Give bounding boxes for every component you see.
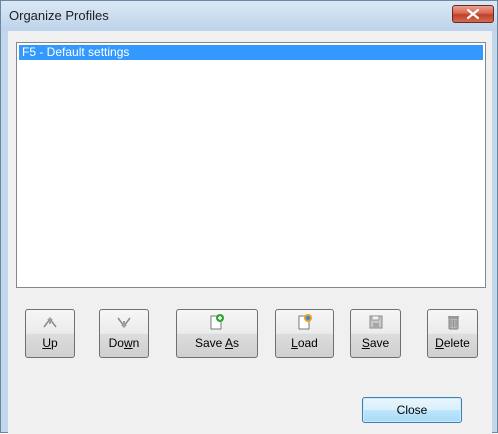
up-button[interactable]: Up <box>25 309 75 358</box>
window-close-button[interactable] <box>452 5 494 23</box>
profiles-list[interactable]: F5 - Default settings <box>16 42 486 288</box>
close-icon <box>467 9 479 19</box>
save-button[interactable]: Save <box>350 309 401 358</box>
save-as-mnemonic: A <box>225 336 234 350</box>
down-label-rest: n <box>132 336 140 350</box>
dialog-body: F5 - Default settings Up Down Save As Lo… <box>8 31 492 434</box>
save-as-label-pre: Save <box>194 336 225 350</box>
load-icon <box>296 313 314 331</box>
load-label-rest: oad <box>297 336 318 350</box>
close-button[interactable]: Close <box>362 397 462 423</box>
trash-icon <box>444 313 462 331</box>
move-up-icon <box>41 313 59 331</box>
down-button[interactable]: Down <box>99 309 149 358</box>
down-label-pre: Do <box>108 336 124 350</box>
load-mnemonic: L <box>291 336 298 350</box>
save-label-rest: ave <box>369 336 390 350</box>
save-as-label-rest: s <box>233 336 240 350</box>
window-title: Organize Profiles <box>9 8 109 23</box>
delete-label-rest: elete <box>443 336 470 350</box>
save-as-button[interactable]: Save As <box>176 309 258 358</box>
delete-button[interactable]: Delete <box>427 309 478 358</box>
up-label-rest: p <box>50 336 58 350</box>
delete-mnemonic: D <box>435 336 444 350</box>
organize-profiles-dialog: Organize Profiles F5 - Default settings … <box>0 0 498 434</box>
save-as-icon <box>208 313 226 331</box>
up-mnemonic: U <box>42 336 51 350</box>
load-button[interactable]: Load <box>275 309 334 358</box>
down-mnemonic: w <box>123 336 133 350</box>
move-down-icon <box>115 313 133 331</box>
list-item[interactable]: F5 - Default settings <box>19 45 483 60</box>
save-icon <box>367 313 385 331</box>
title-bar[interactable]: Organize Profiles <box>1 1 497 31</box>
save-mnemonic: S <box>361 336 370 350</box>
